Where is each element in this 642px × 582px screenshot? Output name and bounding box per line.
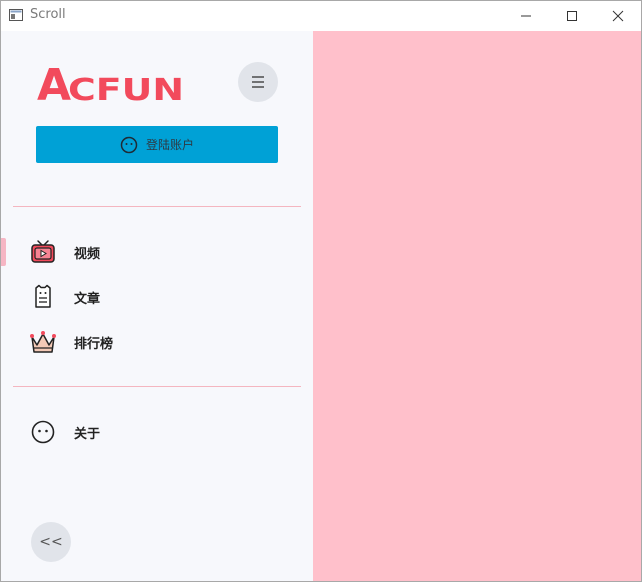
app-window: Scroll A CFUN 登陆账户 视频 文章 排行榜 关于 << — [0, 0, 642, 582]
face-icon — [31, 420, 55, 444]
sidebar: A CFUN 登陆账户 视频 文章 排行榜 关于 << — [1, 31, 313, 581]
nav-item-label: 文章 — [74, 292, 101, 307]
nav-item-article[interactable]: 文章 — [1, 277, 313, 317]
close-icon — [612, 10, 624, 22]
user-face-icon — [120, 136, 138, 153]
app-icon — [9, 9, 23, 21]
login-label: 登陆账户 — [145, 138, 194, 152]
window-title: Scroll — [30, 7, 66, 22]
login-button[interactable]: 登陆账户 — [36, 126, 278, 163]
maximize-button[interactable] — [549, 1, 595, 31]
collapse-sidebar-button[interactable]: << — [31, 522, 71, 562]
content-area — [313, 31, 641, 581]
minimize-icon — [521, 15, 531, 17]
nav-item-label: 关于 — [74, 427, 101, 442]
chevrons-left-icon: << — [39, 534, 63, 550]
nav-item-label: 排行榜 — [74, 337, 114, 352]
acfun-logo: A CFUN — [37, 61, 184, 106]
title-bar: Scroll — [1, 1, 641, 31]
crown-icon — [30, 331, 56, 353]
divider — [13, 206, 301, 207]
menu-toggle-button[interactable] — [238, 62, 278, 102]
article-icon — [35, 284, 51, 308]
nav-item-label: 视频 — [74, 247, 101, 262]
close-button[interactable] — [595, 1, 641, 31]
nav-item-video[interactable]: 视频 — [1, 232, 313, 272]
maximize-icon — [567, 11, 577, 21]
minimize-button[interactable] — [503, 1, 549, 31]
tv-icon — [31, 240, 55, 263]
svg-text:A: A — [37, 61, 71, 106]
nav-item-ranking[interactable]: 排行榜 — [1, 322, 313, 362]
divider — [13, 386, 301, 387]
nav-item-about[interactable]: 关于 — [1, 412, 313, 452]
hamburger-icon — [252, 76, 264, 88]
svg-text:CFUN: CFUN — [68, 73, 184, 106]
